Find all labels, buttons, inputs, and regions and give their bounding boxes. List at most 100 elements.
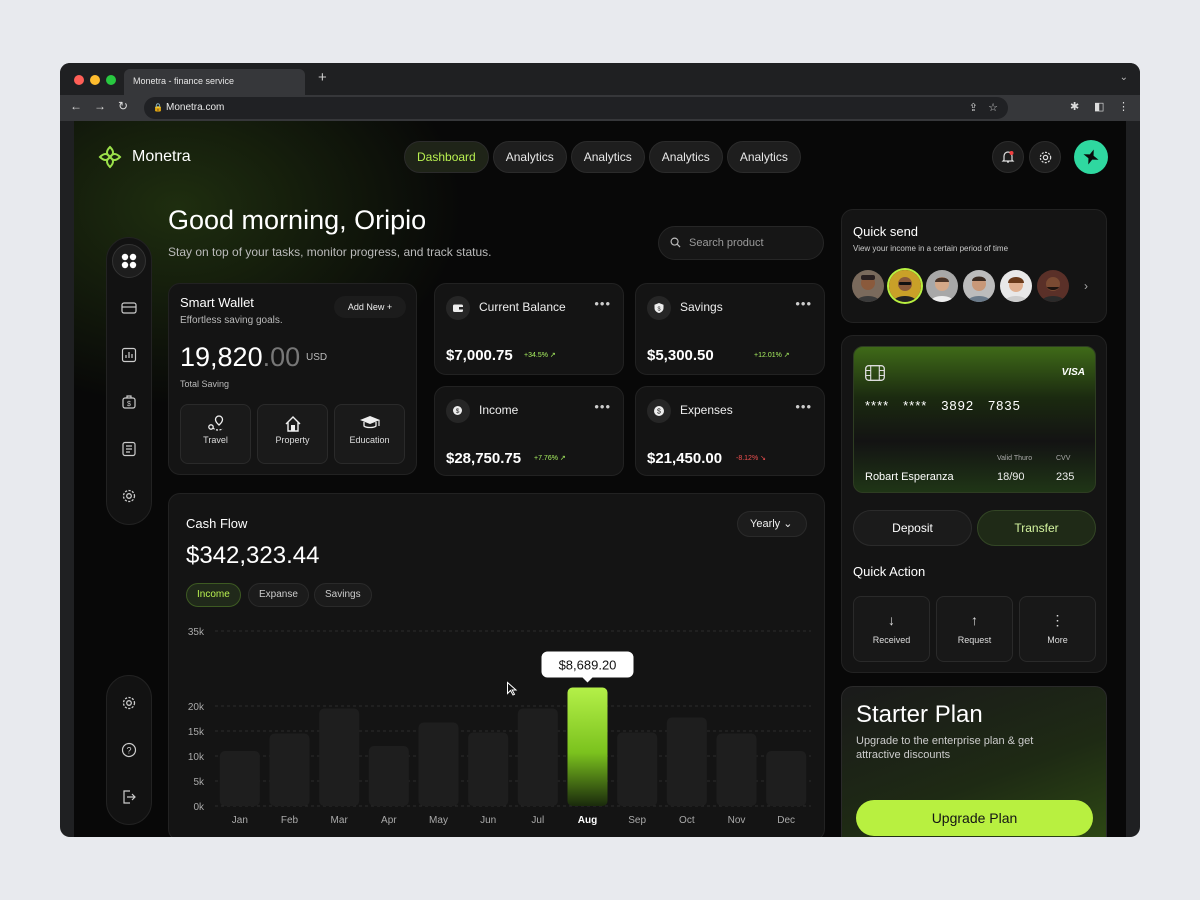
add-new-button[interactable]: Add New + [334,296,406,318]
search-input[interactable]: Search product [658,226,824,260]
minimize-window-button[interactable] [90,75,100,85]
x-tick-label: Sep [628,815,646,826]
total-saving-value: 19,820.00 [180,342,300,373]
change-value: -8.12% [736,455,759,462]
bar [766,751,807,806]
change-value: +7.76% [534,455,558,462]
bookmark-star-icon[interactable]: ☆ [988,97,998,119]
address-bar[interactable]: 🔒 Monetra.com ⇪ ☆ [144,97,1008,119]
x-tick-label: Jun [480,815,496,826]
contact-avatar-selected[interactable] [889,270,921,302]
dollar-coin-icon: $ [647,399,671,423]
contact-avatar[interactable] [926,270,958,302]
stat-card-expenses[interactable]: $ Expenses ••• $21,450.00 -8.12% ↘ [635,386,825,476]
transfer-button[interactable]: Transfer [977,510,1096,546]
page-title: Good morning, Oripio [168,205,427,235]
svg-text:$: $ [657,409,661,416]
request-button[interactable]: ↑ Request [936,596,1013,662]
more-options-icon[interactable]: ••• [795,399,812,414]
income-icon: $ [446,399,470,423]
nav-dashboard[interactable]: Dashboard [404,141,489,173]
stat-card-current-balance[interactable]: Current Balance ••• $7,000.75 +34.5% ↗ [434,283,624,375]
user-avatar[interactable] [1074,140,1108,174]
mouse-cursor-icon [507,681,518,696]
sidebar-item-documents[interactable] [112,432,146,466]
extensions-icon[interactable]: ✱ [1070,100,1079,113]
received-button[interactable]: ↓ Received [853,596,930,662]
chevron-right-icon[interactable]: › [1084,279,1088,293]
brand-name: Monetra [132,148,191,165]
card-number: **** **** 3892 7835 [865,398,1021,413]
contact-avatar[interactable] [1000,270,1032,302]
sidebar-item-settings[interactable] [112,479,146,513]
sidebar-item-cards[interactable] [112,291,146,325]
category-education[interactable]: Education [334,404,405,464]
notifications-button[interactable] [992,141,1024,173]
contact-avatar[interactable] [1037,270,1069,302]
card-number-group: **** [903,398,928,413]
tab-savings[interactable]: Savings [314,583,372,607]
y-tick-label: 5k [193,777,205,788]
x-tick-label: Jan [232,815,248,826]
sidebar-item-help[interactable]: ? [112,733,146,767]
visa-card[interactable]: VISA **** **** 3892 7835 Valid Thuro 18/… [853,346,1096,493]
stat-card-savings[interactable]: $ Savings ••• $5,300.50 +12.01% ↗ [635,283,825,375]
search-placeholder: Search product [689,237,764,249]
reload-icon[interactable]: ↻ [118,99,128,113]
nav-analytics[interactable]: Analytics [648,141,723,173]
more-options-icon[interactable]: ••• [795,296,812,311]
category-travel[interactable]: Travel [180,404,251,464]
browser-tab[interactable]: Monetra - finance service [124,69,305,95]
tab-income[interactable]: Income [186,583,241,607]
x-tick-label: Nov [728,815,746,826]
x-tick-label: Apr [381,815,397,826]
nav-analytics[interactable]: Analytics [492,141,567,173]
new-tab-icon[interactable]: + [318,69,327,86]
stat-value: $21,450.00 [647,450,723,467]
contact-avatar[interactable] [852,270,884,302]
close-window-button[interactable] [74,75,84,85]
forward-icon[interactable]: → [94,99,106,113]
tab-expanse[interactable]: Expanse [248,583,309,607]
svg-text:?: ? [126,746,131,756]
stat-card-income[interactable]: $ Income ••• $28,750.75 +7.76% ↗ [434,386,624,476]
wallet-subtitle: Effortless saving goals. [180,315,283,326]
more-button[interactable]: ⋮ More [1019,596,1096,662]
sidebar-item-wallet[interactable]: $ [112,385,146,419]
brand-logo[interactable]: Monetra [98,145,191,169]
sidebar-item-reports[interactable] [112,338,146,372]
period-select[interactable]: Yearly ⌄ [737,511,807,537]
sidebar-item-dashboard[interactable] [112,244,146,278]
maximize-window-button[interactable] [106,75,116,85]
cvv-label: CVV [1056,455,1071,462]
bar-highlight [567,687,608,806]
settings-button[interactable] [1029,141,1061,173]
cvv-value: 235 [1056,471,1075,483]
browser-menu-icon[interactable]: ⋮ [1118,100,1129,113]
category-property[interactable]: Property [257,404,328,464]
share-icon[interactable]: ⇪ [969,97,978,119]
tab-list-chevron-icon[interactable]: ⌄ [1120,72,1128,83]
stat-change: +34.5% ↗ [524,351,556,359]
back-icon[interactable]: ← [70,99,82,113]
deposit-button[interactable]: Deposit [853,510,972,546]
sidebar-item-preferences[interactable] [112,686,146,720]
card-chip-icon [865,365,885,381]
bar [468,732,509,806]
y-tick-label: 10k [188,752,205,763]
bar-chart-icon [121,347,137,363]
nav-analytics[interactable]: Analytics [570,141,645,173]
nav-analytics[interactable]: Analytics [726,141,801,173]
stat-change: -8.12% ↘ [736,454,766,462]
shield-icon: $ [647,296,671,320]
bar [219,751,260,806]
more-options-icon[interactable]: ••• [594,399,611,414]
y-tick-label: 15k [188,727,205,738]
cash-flow-chart: 0k 5k 10k 15k 20k 35k Jan Feb Mar Apr May Jun Jul Aug… [188,627,811,826]
sidepanel-icon[interactable]: ◧ [1094,100,1104,113]
upgrade-plan-button[interactable]: Upgrade Plan [856,800,1093,836]
contact-avatar[interactable] [963,270,995,302]
more-options-icon[interactable]: ••• [594,296,611,311]
card-icon [121,302,137,314]
sidebar-item-logout[interactable] [112,780,146,814]
